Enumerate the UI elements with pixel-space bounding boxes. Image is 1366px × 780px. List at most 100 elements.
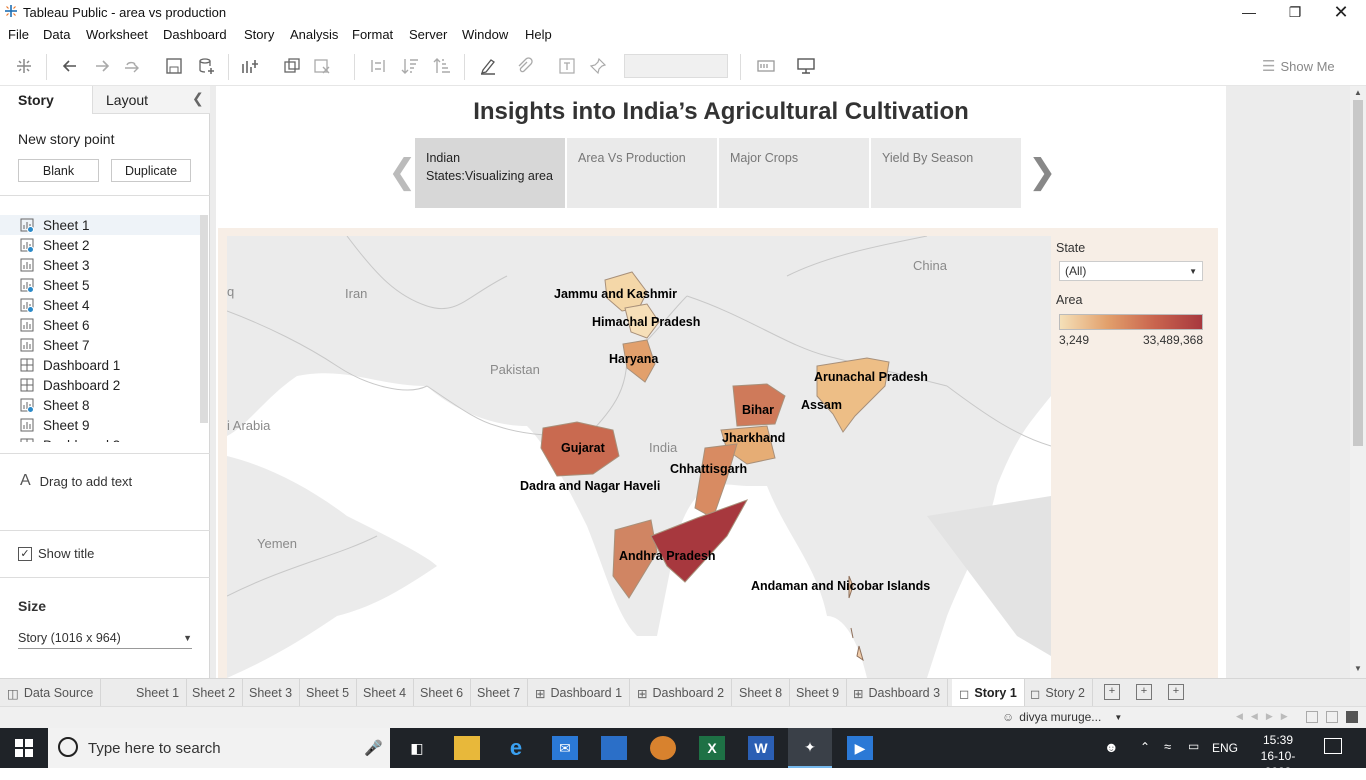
menu-server[interactable]: Server: [409, 27, 447, 42]
menu-analysis[interactable]: Analysis: [290, 27, 338, 42]
tableau-logo-icon[interactable]: [14, 56, 34, 76]
new-dashboard-tab-icon[interactable]: +: [1136, 684, 1152, 700]
sheet-tab[interactable]: Sheet 5: [299, 679, 358, 707]
sheet-tab[interactable]: ◫ Data Source: [0, 679, 102, 707]
sheet-tab[interactable]: Sheet 9: [789, 679, 848, 707]
tray-chevron-icon[interactable]: ⌃: [1140, 740, 1150, 754]
sheet-tab[interactable]: Sheet 8: [732, 679, 791, 707]
sheet-list-item[interactable]: Sheet 7: [0, 335, 200, 355]
tableau-taskbar-icon[interactable]: ✦: [788, 728, 832, 768]
highlight-icon[interactable]: [478, 56, 498, 76]
story-point-3[interactable]: Major Crops: [719, 138, 869, 208]
sheet-tab[interactable]: ⊞ Dashboard 1: [528, 679, 631, 707]
system-clock[interactable]: 15:39 16-10-2023: [1248, 732, 1308, 780]
scroll-thumb[interactable]: [1353, 100, 1363, 446]
pin-icon[interactable]: [588, 56, 608, 76]
menu-worksheet[interactable]: Worksheet: [86, 27, 148, 42]
new-worksheet-icon[interactable]: [240, 56, 260, 76]
scroll-down-icon[interactable]: ▼: [1354, 664, 1362, 673]
menu-window[interactable]: Window: [462, 27, 508, 42]
redo-icon[interactable]: [92, 56, 112, 76]
sheet-list-item[interactable]: Dashboard 3: [0, 435, 200, 442]
sheet-list-scrollbar[interactable]: [200, 215, 208, 423]
new-worksheet-tab-icon[interactable]: +: [1104, 684, 1120, 700]
sheet-tab[interactable]: Sheet 7: [470, 679, 529, 707]
windows-start-icon[interactable]: [14, 738, 34, 758]
notifications-icon[interactable]: [1324, 738, 1342, 754]
tab-story[interactable]: Story: [0, 86, 92, 114]
sheet-tab[interactable]: ◻ Story 1: [952, 679, 1025, 707]
excel-icon[interactable]: X: [699, 736, 725, 760]
presentation-icon[interactable]: [796, 56, 816, 76]
menu-help[interactable]: Help: [525, 27, 552, 42]
sheet-list-item[interactable]: Sheet 2: [0, 235, 200, 255]
save-icon[interactable]: [164, 56, 184, 76]
menu-format[interactable]: Format: [352, 27, 393, 42]
sheet-list-item[interactable]: Dashboard 2: [0, 375, 200, 395]
menu-data[interactable]: Data: [43, 27, 70, 42]
sheet-tab[interactable]: Sheet 3: [242, 679, 301, 707]
tabs-view-icon[interactable]: [1346, 711, 1358, 723]
menu-story[interactable]: Story: [244, 27, 274, 42]
sheet-tab[interactable]: Sheet 4: [356, 679, 415, 707]
menu-file[interactable]: File: [8, 27, 29, 42]
fit-icon[interactable]: [756, 56, 776, 76]
show-title-checkbox[interactable]: ✓: [18, 546, 32, 561]
next-point-icon[interactable]: ❯: [1028, 152, 1057, 192]
previous-point-icon[interactable]: ❮: [388, 152, 417, 192]
mail-icon[interactable]: ✉: [552, 736, 578, 760]
sheet-tab[interactable]: Sheet 2: [185, 679, 244, 707]
store-icon[interactable]: [601, 736, 627, 760]
edge-icon[interactable]: e: [503, 735, 529, 760]
grid-view-icon[interactable]: [1306, 711, 1318, 723]
scroll-up-icon[interactable]: ▲: [1354, 88, 1362, 97]
undo-icon[interactable]: [60, 56, 80, 76]
battery-icon[interactable]: ▭: [1188, 739, 1199, 753]
media-player-icon[interactable]: ▶: [847, 736, 873, 760]
swap-icon[interactable]: [368, 56, 388, 76]
size-dropdown[interactable]: Story (1016 x 964) ▼: [18, 627, 192, 649]
drag-to-add-text[interactable]: A Drag to add text: [20, 472, 132, 490]
duplicate-button[interactable]: Duplicate: [111, 159, 191, 182]
sheet-list-item[interactable]: Sheet 4: [0, 295, 200, 315]
sheet-tab[interactable]: Sheet 1: [129, 679, 188, 707]
sheet-list-item[interactable]: Sheet 5: [0, 275, 200, 295]
attach-icon[interactable]: [514, 56, 534, 76]
close-button[interactable]: ✕: [1318, 2, 1364, 22]
sort-descending-icon[interactable]: [432, 56, 452, 76]
blank-button[interactable]: Blank: [18, 159, 99, 182]
people-icon[interactable]: ☻: [1104, 739, 1119, 755]
sheet-list-item[interactable]: Sheet 3: [0, 255, 200, 275]
sheet-list-item[interactable]: Sheet 1: [0, 215, 200, 235]
task-view-icon[interactable]: ◧: [404, 736, 430, 760]
taskbar-search[interactable]: Type here to search 🎤: [48, 728, 390, 768]
filmstrip-icon[interactable]: [1326, 711, 1338, 723]
new-datasource-icon[interactable]: [196, 56, 216, 76]
sheet-tab[interactable]: ⊞ Dashboard 2: [630, 679, 733, 707]
menu-dashboard[interactable]: Dashboard: [163, 27, 227, 42]
duplicate-sheet-icon[interactable]: [282, 56, 302, 76]
show-me-button[interactable]: ☰ Show Me: [1262, 57, 1335, 75]
restore-button[interactable]: ❐: [1272, 2, 1318, 22]
story-point-4[interactable]: Yield By Season: [871, 138, 1021, 208]
vertical-scrollbar[interactable]: ▲ ▼: [1350, 86, 1366, 678]
sheet-tab[interactable]: ◻ Story 2: [1023, 679, 1093, 707]
sheet-list-item[interactable]: Sheet 6: [0, 315, 200, 335]
story-point-2[interactable]: Area Vs Production: [567, 138, 717, 208]
microphone-icon[interactable]: 🎤: [364, 739, 383, 757]
label-icon[interactable]: [557, 56, 577, 76]
state-filter-dropdown[interactable]: (All) ▼: [1059, 261, 1203, 281]
app-icon[interactable]: [650, 736, 676, 760]
word-icon[interactable]: W: [748, 736, 774, 760]
language-indicator[interactable]: ENG: [1212, 741, 1238, 755]
clear-sheet-icon[interactable]: [312, 56, 332, 76]
show-title-toggle[interactable]: ✓ Show title: [18, 546, 94, 561]
user-menu[interactable]: ☺ divya muruge... ▼: [1002, 710, 1122, 724]
file-explorer-icon[interactable]: [454, 736, 480, 760]
india-state-map[interactable]: China Iran Pakistan India i Arabia Yemen…: [227, 236, 1051, 678]
sheet-tab[interactable]: Sheet 6: [413, 679, 472, 707]
collapse-icon[interactable]: ❮: [192, 90, 204, 107]
story-point-1[interactable]: Indian States:Visualizing area: [415, 138, 565, 208]
sort-ascending-icon[interactable]: [400, 56, 420, 76]
minimize-button[interactable]: —: [1226, 2, 1272, 22]
